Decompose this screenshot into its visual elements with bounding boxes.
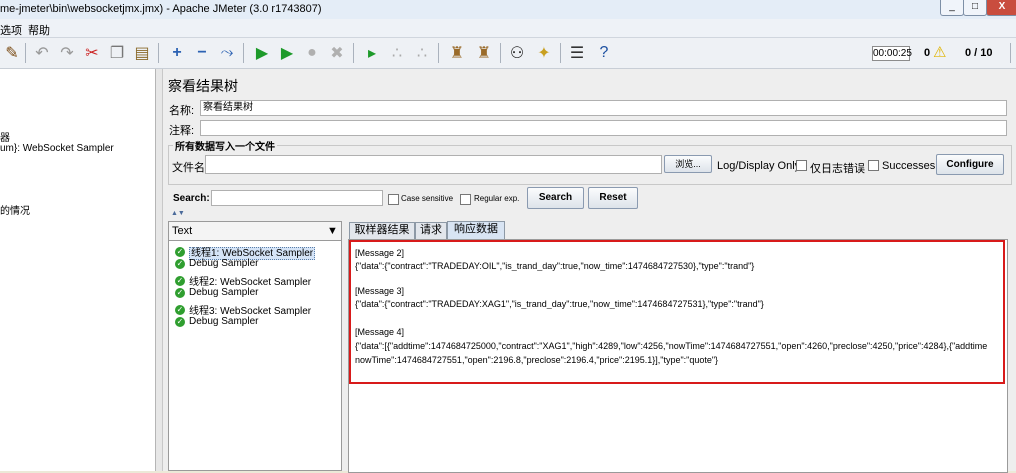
- successes-label: Successes: [882, 160, 936, 172]
- tree-item[interactable]: 器: [0, 129, 10, 144]
- configure-button[interactable]: Configure: [936, 154, 1004, 175]
- result-item[interactable]: ✓ 线程1: WebSocket Sampler: [175, 244, 316, 260]
- comment-label: 注释:: [169, 125, 195, 137]
- warning-count: 0: [924, 47, 931, 59]
- remote-stop-icon[interactable]: ∴: [385, 41, 409, 65]
- maximize-button[interactable]: □: [963, 0, 987, 16]
- title-bar: me-jmeter\bin\websocketjmx.jmx) - Apache…: [0, 0, 1016, 20]
- paste-icon[interactable]: ▤: [130, 41, 154, 65]
- pane-splitter[interactable]: [156, 69, 163, 471]
- result-item[interactable]: ✓ 线程3: WebSocket Sampler: [175, 302, 311, 317]
- close-button[interactable]: X: [986, 0, 1016, 16]
- search-icon[interactable]: ⚇: [505, 41, 529, 65]
- expand-icon[interactable]: +: [165, 41, 189, 65]
- errors-only-label: 仅日志错误: [810, 163, 865, 175]
- response-line: [Message 2]: [355, 248, 405, 258]
- tree-item[interactable]: um}: WebSocket Sampler: [0, 143, 114, 154]
- search-button[interactable]: Search: [527, 187, 584, 209]
- start-icon[interactable]: ▶: [250, 41, 274, 65]
- renderer-value: Text: [172, 225, 193, 237]
- chevron-down-icon[interactable]: ▼: [327, 225, 338, 237]
- successes-checkbox[interactable]: [868, 160, 879, 171]
- result-item[interactable]: ✓ Debug Sampler: [175, 316, 258, 330]
- logdisplay-label: Log/Display Only:: [717, 160, 804, 172]
- renderer-select[interactable]: Text ▼: [169, 222, 341, 241]
- file-name-input[interactable]: [205, 155, 662, 174]
- file-label: 文件名: [172, 162, 205, 174]
- result-item[interactable]: ✓ Debug Sampler: [175, 287, 258, 301]
- minimize-button[interactable]: _: [940, 0, 964, 16]
- search-input[interactable]: [211, 190, 383, 206]
- cut-icon[interactable]: ✂: [80, 41, 104, 65]
- reset-button[interactable]: Reset: [588, 187, 638, 209]
- test-plan-tree: 器 um}: WebSocket Sampler 的情况: [0, 69, 156, 471]
- result-tree: Text ▼ ✓ 线程1: WebSocket Sampler ✓ Debug Sa…: [168, 221, 342, 471]
- case-sensitive-label: Case sensitive: [401, 194, 454, 203]
- regex-checkbox[interactable]: [460, 194, 471, 205]
- elapsed-timer: 00:00:25: [872, 46, 912, 61]
- menu-help[interactable]: 帮助: [28, 22, 50, 38]
- menu-options[interactable]: 选项: [0, 22, 22, 38]
- success-icon: ✓: [175, 246, 185, 257]
- response-data-panel[interactable]: [Message 2] {"data":{"contract":"TRADEDA…: [348, 239, 1008, 473]
- page-title: 察看结果树: [168, 78, 238, 94]
- clear-icon[interactable]: ♜: [445, 41, 469, 65]
- success-icon: ✓: [175, 287, 185, 298]
- result-item[interactable]: ✓ 线程2: WebSocket Sampler: [175, 273, 311, 288]
- response-line: {"data":[{"addtime":1474684725000,"contr…: [355, 341, 988, 351]
- tree-item[interactable]: 的情况: [0, 202, 30, 217]
- response-line: {"data":{"contract":"TRADEDAY:XAG1","is_…: [355, 299, 764, 309]
- warning-icon[interactable]: ⚠: [933, 43, 946, 61]
- menu-bar: 选项 帮助: [0, 19, 1016, 38]
- collapse-icon[interactable]: −: [190, 41, 214, 65]
- toolbar: ✎ ↶ ↷ ✂ ❐ ▤ + − ⤳ ▶ ▶ ● ✖ ▸ ∴ ∴ ♜ ♜ ⚇ ✦ …: [0, 38, 1016, 69]
- results-tree-panel: 察看结果树 名称: 察看结果树 注释: 所有数据写入一个文件 文件名 浏览...…: [163, 69, 1016, 473]
- response-line: nowTime":1474684727551,"open":2196.8,"pr…: [355, 355, 719, 365]
- reset-search-icon[interactable]: ✦: [532, 41, 556, 65]
- copy-icon[interactable]: ❐: [105, 41, 129, 65]
- tab-sampler-result[interactable]: 取样器结果: [349, 222, 415, 239]
- name-field[interactable]: 察看结果树: [200, 100, 1007, 116]
- success-icon: ✓: [175, 275, 185, 286]
- success-icon: ✓: [175, 258, 185, 269]
- highlighted-response: [Message 2] {"data":{"contract":"TRADEDA…: [349, 240, 1005, 384]
- browse-button[interactable]: 浏览...: [664, 155, 712, 173]
- response-line: {"data":{"contract":"TRADEDAY:OIL","is_t…: [355, 261, 755, 271]
- undo-icon[interactable]: ↶: [30, 41, 54, 65]
- errors-only-checkbox[interactable]: [796, 160, 807, 171]
- toggle-icon[interactable]: ⤳: [215, 41, 239, 65]
- success-icon: ✓: [175, 304, 185, 315]
- help-icon[interactable]: ?: [592, 41, 616, 65]
- redo-icon[interactable]: ↷: [55, 41, 79, 65]
- success-icon: ✓: [175, 316, 185, 327]
- result-item[interactable]: ✓ Debug Sampler: [175, 258, 258, 272]
- shutdown-icon[interactable]: ✖: [325, 41, 349, 65]
- stop-icon[interactable]: ●: [300, 41, 324, 65]
- function-helper-icon[interactable]: ☰: [565, 41, 589, 65]
- window-title: me-jmeter\bin\websocketjmx.jmx) - Apache…: [0, 3, 322, 15]
- search-label: Search:: [173, 193, 210, 204]
- regex-label: Regular exp.: [474, 194, 520, 203]
- tab-request[interactable]: 请求: [415, 222, 447, 239]
- name-label: 名称:: [169, 105, 195, 117]
- start-no-pause-icon[interactable]: ▶: [275, 41, 299, 65]
- clear-all-icon[interactable]: ♜: [472, 41, 496, 65]
- case-sensitive-checkbox[interactable]: [388, 194, 399, 205]
- response-line: [Message 4]: [355, 327, 405, 337]
- collapse-arrows-icon[interactable]: ▲▼: [171, 210, 185, 217]
- remote-start-icon[interactable]: ▸: [360, 41, 384, 65]
- thread-count: 0 / 10: [965, 47, 993, 59]
- save-as-icon[interactable]: ✎: [0, 41, 24, 65]
- tab-response-data[interactable]: 响应数据: [447, 221, 505, 239]
- comment-field[interactable]: [200, 120, 1007, 136]
- response-line: [Message 3]: [355, 286, 405, 296]
- remote-exit-icon[interactable]: ∴: [410, 41, 434, 65]
- file-group-label: 所有数据写入一个文件: [173, 138, 277, 153]
